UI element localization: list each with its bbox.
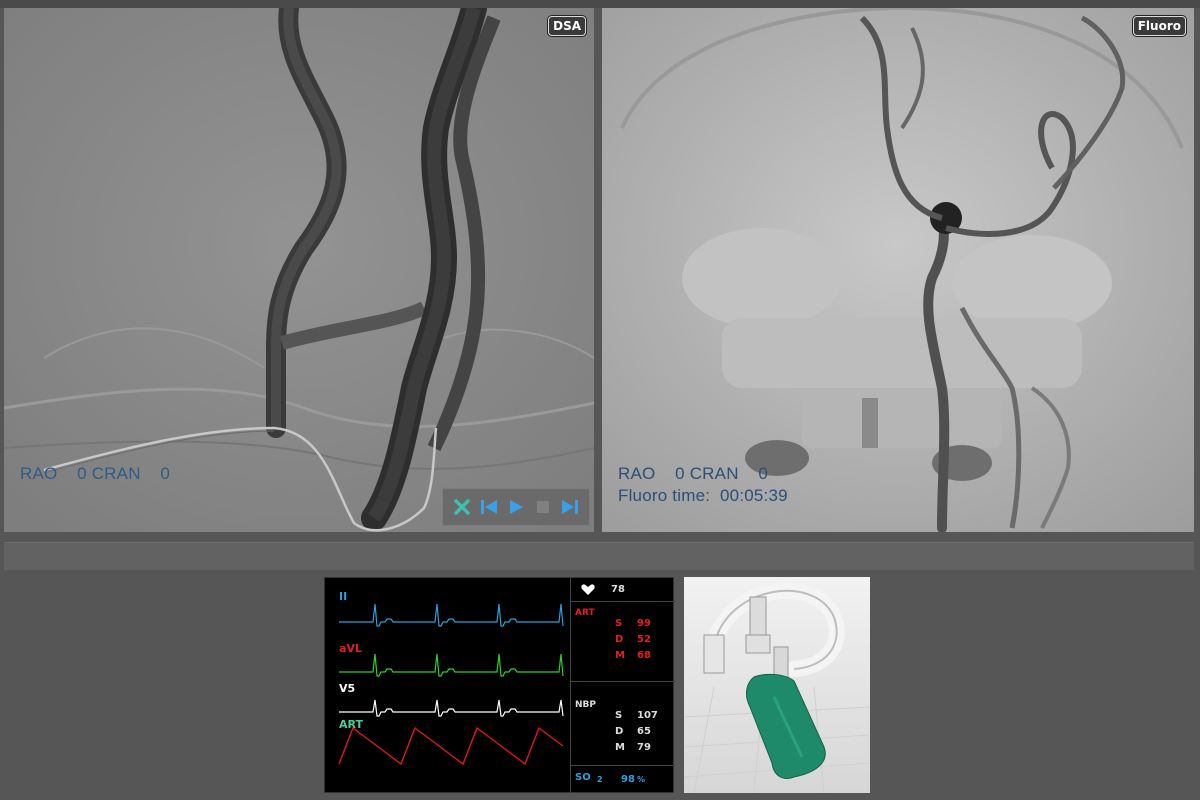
fluoro-time-value: 00:05:39 — [720, 486, 788, 505]
art-diastolic: 52 — [637, 634, 651, 645]
nbp-d-key: D — [615, 726, 624, 737]
dsa-mode-badge: DSA — [548, 16, 586, 36]
fluoro-image — [602, 8, 1194, 532]
dsa-angiogram-image — [4, 8, 594, 532]
patient-monitor: II aVL V5 ART 78 ART S 99 D 52 M 68 NBP — [324, 577, 675, 794]
heart-icon — [581, 584, 595, 595]
skip-forward-button[interactable] — [559, 496, 581, 518]
top-bar — [0, 0, 1200, 8]
skip-back-icon — [481, 500, 498, 514]
ecg-traces — [338, 603, 564, 766]
fluoro-time-readout: Fluoro time: 00:05:39 — [618, 486, 788, 506]
trace-v5 — [339, 699, 564, 717]
playback-controls — [442, 488, 590, 526]
c-arm-3d-view[interactable] — [684, 577, 870, 793]
trace-avl — [339, 653, 564, 677]
close-button[interactable] — [451, 496, 473, 518]
art-mean: 68 — [637, 650, 651, 661]
nbp-box: NBP S 107 D 65 M 79 — [571, 682, 675, 766]
stop-button[interactable] — [532, 496, 554, 518]
separator-bar — [4, 542, 1194, 570]
skip-back-button[interactable] — [478, 496, 500, 518]
dsa-angle-readout: RAO 0 CRAN 0 — [20, 464, 171, 483]
art-s-key: S — [615, 618, 623, 629]
fluoro-time-label: Fluoro time: — [618, 486, 711, 505]
close-icon — [454, 499, 471, 515]
nbp-m-key: M — [615, 742, 625, 753]
nbp-mean: 79 — [637, 742, 651, 753]
fluoro-viewer[interactable]: Fluoro RAO 0 CRAN 0 Fluoro time: 00:05:3… — [602, 8, 1194, 532]
nbp-s-key: S — [615, 710, 623, 721]
art-systolic: 99 — [637, 618, 651, 629]
spo2-box: SO 2 98 % — [571, 766, 675, 794]
nbp-diastolic: 65 — [637, 726, 651, 737]
art-label: ART — [575, 608, 595, 618]
fluoro-angle-readout: RAO 0 CRAN 0 — [618, 464, 769, 483]
dsa-viewer[interactable]: DSA RAO 0 CRAN 0 — [4, 8, 594, 532]
spo2-value: 98 — [621, 774, 635, 785]
vitals-panel: 78 ART S 99 D 52 M 68 NBP S 107 D 65 M 7… — [570, 578, 675, 794]
ecg-waveform-area: II aVL V5 ART — [325, 578, 570, 794]
nbp-label: NBP — [575, 700, 596, 710]
spo2-label: SO — [575, 772, 591, 783]
art-m-key: M — [615, 650, 625, 661]
heart-rate-value: 78 — [611, 584, 625, 595]
skip-forward-icon — [561, 500, 578, 514]
spo2-subscript: 2 — [597, 775, 603, 784]
nbp-systolic: 107 — [637, 710, 658, 721]
trace-art — [338, 726, 564, 766]
art-box: ART S 99 D 52 M 68 — [571, 602, 675, 682]
c-arm-model — [684, 577, 870, 793]
stop-icon — [536, 501, 549, 513]
play-button[interactable] — [505, 496, 527, 518]
fluoro-mode-badge: Fluoro — [1132, 16, 1186, 36]
heart-rate-box: 78 — [571, 578, 675, 602]
spo2-unit: % — [637, 775, 646, 784]
art-d-key: D — [615, 634, 624, 645]
trace-ii — [339, 603, 564, 627]
play-icon — [509, 500, 523, 514]
